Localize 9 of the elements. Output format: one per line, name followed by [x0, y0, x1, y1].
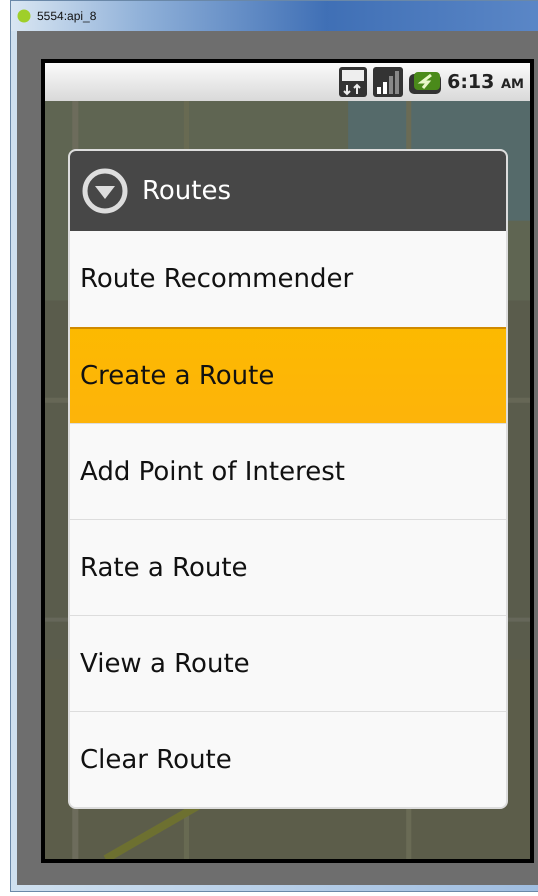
3g-icon — [339, 67, 368, 97]
signal-icon — [373, 67, 404, 97]
menu-item[interactable]: Create a Route — [70, 327, 506, 423]
dialog-title: Routes — [142, 176, 232, 206]
status-time: 6:13 AM — [447, 71, 524, 93]
window-title: 5554:api_8 — [37, 9, 96, 23]
dropdown-icon — [82, 168, 128, 214]
menu-item[interactable]: Clear Route — [70, 711, 506, 807]
android-icon — [17, 9, 31, 23]
